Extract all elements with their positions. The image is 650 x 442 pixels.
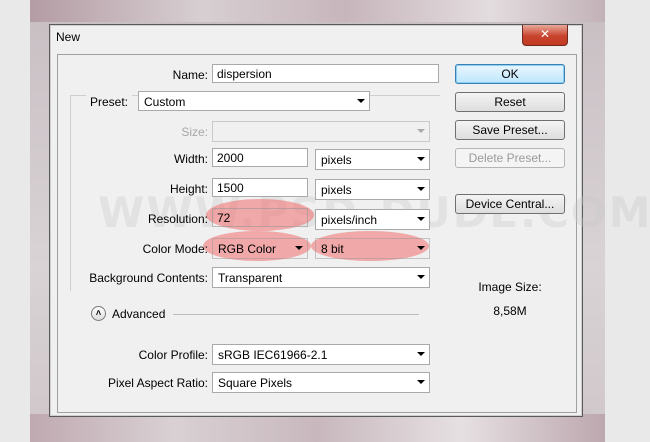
dialog-body: WWW.PSD-DUDE.COM Name: dispersion Preset… xyxy=(57,54,650,413)
resolution-unit-select[interactable]: pixels/inch xyxy=(315,209,430,230)
color-profile-label: Color Profile: xyxy=(138,348,208,362)
color-profile-value: sRGB IEC61966-2.1 xyxy=(218,348,328,362)
save-preset-button[interactable]: Save Preset... xyxy=(455,120,565,140)
chevron-down-icon xyxy=(417,157,425,161)
pixel-aspect-ratio-value: Square Pixels xyxy=(218,376,293,390)
dialog-title: New xyxy=(56,30,81,44)
background-contents-select[interactable]: Transparent xyxy=(212,267,430,288)
color-mode-select[interactable]: RGB Color xyxy=(212,238,308,259)
background-contents-value: Transparent xyxy=(218,271,283,285)
name-label: Name: xyxy=(172,68,208,82)
chevron-down-icon xyxy=(295,246,303,250)
preset-value: Custom xyxy=(144,95,186,109)
reset-button[interactable]: Reset xyxy=(455,92,565,112)
color-profile-select[interactable]: sRGB IEC61966-2.1 xyxy=(212,344,430,365)
name-input[interactable]: dispersion xyxy=(212,64,439,83)
image-size-value: 8,58M xyxy=(493,304,527,318)
preset-label: Preset: xyxy=(86,95,133,109)
advanced-divider xyxy=(173,314,419,315)
pixel-aspect-ratio-label: Pixel Aspect Ratio: xyxy=(107,376,208,390)
device-central-button[interactable]: Device Central... xyxy=(455,194,565,214)
preset-select[interactable]: Custom xyxy=(138,91,370,111)
title-bar[interactable]: New ✕ xyxy=(50,25,582,47)
color-mode-value: RGB Color xyxy=(218,242,277,256)
delete-preset-button[interactable]: Delete Preset... xyxy=(455,148,565,168)
new-document-dialog: New ✕ WWW.PSD-DUDE.COM Name: dispersion … xyxy=(49,24,650,417)
chevron-down-icon xyxy=(417,129,425,133)
height-label: Height: xyxy=(169,182,208,196)
chevron-down-icon xyxy=(417,352,425,356)
chevron-down-icon xyxy=(417,275,425,279)
width-label: Width: xyxy=(173,152,208,166)
image-size-label: Image Size: xyxy=(478,280,542,294)
size-select[interactable] xyxy=(212,121,430,142)
bit-depth-value: 8 bit xyxy=(321,242,344,256)
size-label: Size: xyxy=(181,125,208,139)
width-input[interactable]: 2000 xyxy=(212,148,308,167)
resolution-label: Resolution: xyxy=(147,212,208,226)
resolution-input[interactable]: 72 xyxy=(212,208,308,227)
chevron-down-icon xyxy=(357,99,365,103)
width-unit-value: pixels xyxy=(321,153,352,167)
chevron-down-icon xyxy=(417,380,425,384)
advanced-label[interactable]: Advanced xyxy=(112,307,165,321)
color-mode-label: Color Mode: xyxy=(142,242,208,256)
height-unit-select[interactable]: pixels xyxy=(315,179,430,200)
pixel-aspect-ratio-select[interactable]: Square Pixels xyxy=(212,372,430,393)
chevron-up-icon[interactable]: ˄ xyxy=(91,306,106,321)
chevron-down-icon xyxy=(417,217,425,221)
background-contents-label: Background Contents: xyxy=(89,271,208,285)
width-unit-select[interactable]: pixels xyxy=(315,149,430,170)
close-icon: ✕ xyxy=(539,27,551,41)
close-button[interactable]: ✕ xyxy=(522,25,568,46)
height-input[interactable]: 1500 xyxy=(212,178,308,197)
bit-depth-select[interactable]: 8 bit xyxy=(315,238,430,259)
chevron-down-icon xyxy=(417,187,425,191)
height-unit-value: pixels xyxy=(321,183,352,197)
chevron-down-icon xyxy=(417,246,425,250)
ok-button[interactable]: OK xyxy=(455,64,565,84)
resolution-unit-value: pixels/inch xyxy=(321,213,378,227)
